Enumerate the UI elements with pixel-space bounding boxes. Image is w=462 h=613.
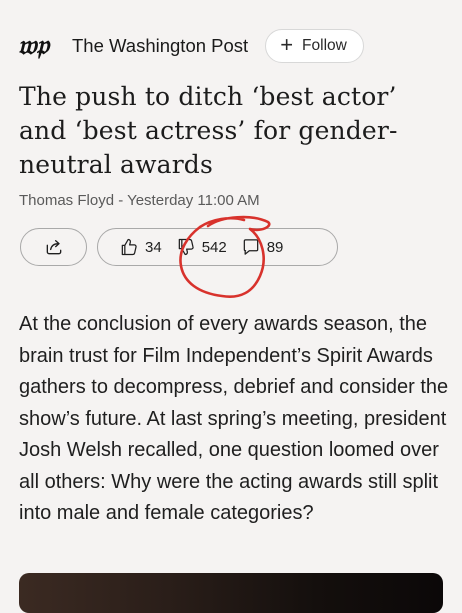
thumbs-up-icon bbox=[121, 238, 137, 256]
follow-label: Follow bbox=[302, 37, 347, 54]
reactions-bar: 34 542 89 bbox=[97, 228, 338, 266]
dislike-button[interactable]: 542 bbox=[176, 237, 227, 257]
follow-button[interactable]: + Follow bbox=[265, 29, 364, 63]
comment-count: 89 bbox=[266, 238, 284, 256]
article-image[interactable] bbox=[19, 573, 443, 613]
svg-text:𝔴𝔭: 𝔴𝔭 bbox=[18, 31, 51, 61]
wp-logo-mark: 𝔴𝔭 bbox=[18, 31, 51, 61]
like-button[interactable]: 34 bbox=[119, 237, 162, 257]
plus-icon: + bbox=[280, 32, 294, 57]
share-button[interactable] bbox=[20, 228, 87, 266]
article-byline: Thomas Floyd - Yesterday 11:00 AM bbox=[19, 192, 260, 209]
publisher-header: 𝔴𝔭 The Washington Post + Follow bbox=[18, 29, 364, 63]
article-headline: The push to ditch ‘best actor’ and ‘best… bbox=[19, 82, 398, 179]
comment-button[interactable]: 89 bbox=[241, 237, 284, 257]
publisher-name[interactable]: The Washington Post bbox=[72, 35, 248, 57]
dislike-count: 542 bbox=[201, 238, 227, 256]
article-body: At the conclusion of every awards season… bbox=[19, 313, 449, 524]
washington-post-logo[interactable]: 𝔴𝔭 bbox=[18, 31, 62, 61]
article-actions: 34 542 89 bbox=[20, 227, 338, 267]
thumbs-down-icon bbox=[178, 238, 194, 256]
comment-icon bbox=[243, 239, 259, 255]
like-count: 34 bbox=[145, 238, 162, 256]
share-icon bbox=[46, 240, 61, 255]
